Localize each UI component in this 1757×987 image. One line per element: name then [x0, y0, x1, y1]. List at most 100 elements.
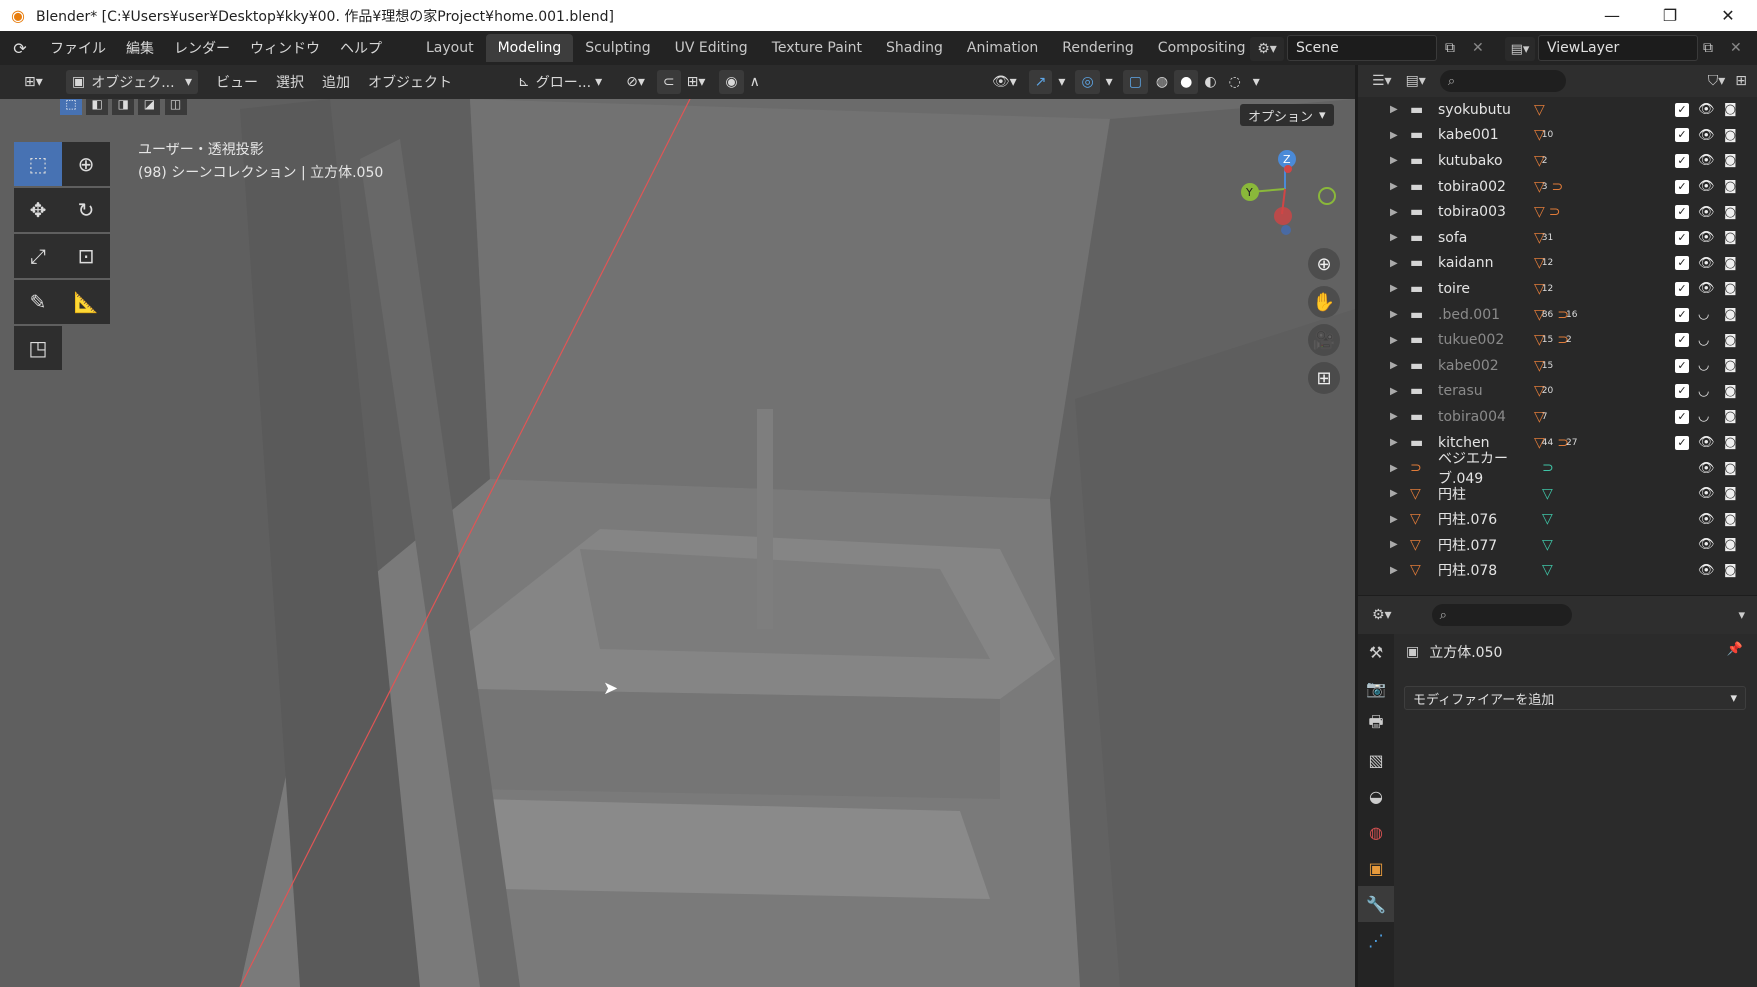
expand-arrow-icon[interactable]: ▶ — [1390, 386, 1404, 397]
exclude-checkbox[interactable]: ✓ — [1675, 384, 1689, 399]
display-mode-icon[interactable]: ▤▾ — [1406, 73, 1426, 89]
overlay-toggle-icon[interactable]: ◎ — [1075, 70, 1100, 94]
camera-render-icon[interactable]: ◙ — [1724, 256, 1737, 271]
menu-object[interactable]: オブジェクト — [362, 70, 458, 94]
particles-tab-icon[interactable]: ⋰ — [1358, 922, 1394, 958]
pin-icon[interactable]: 📌 — [1727, 642, 1743, 657]
menu-add[interactable]: 追加 — [316, 70, 356, 94]
close-button[interactable]: ✕ — [1699, 0, 1757, 31]
outliner-row[interactable]: ▶ ▬ kabe002 ▽ 15 ✓ ◡ ◙ — [1358, 353, 1757, 379]
camera-render-icon[interactable]: ◙ — [1724, 461, 1737, 476]
select-invert-icon[interactable]: ◪ — [138, 99, 161, 115]
blender-menu-icon[interactable]: ⟳ — [0, 39, 40, 58]
expand-arrow-icon[interactable]: ▶ — [1390, 360, 1404, 371]
proportional-edit-icon[interactable]: ◉ — [719, 70, 744, 94]
expand-arrow-icon[interactable]: ▶ — [1390, 309, 1404, 320]
outliner-row[interactable]: ▶ ▬ tukue002 ▽ 15 ⊃ 2 ✓ ◡ ◙ — [1358, 327, 1757, 353]
exclude-checkbox[interactable]: ✓ — [1675, 333, 1689, 348]
view-layer-field[interactable]: ViewLayer — [1538, 35, 1698, 61]
maximize-button[interactable]: ❐ — [1641, 0, 1699, 31]
expand-arrow-icon[interactable]: ▶ — [1390, 258, 1404, 269]
options-dropdown[interactable]: オプション ▾ — [1240, 104, 1334, 126]
outliner-row[interactable]: ▶ ▬ kitchen ▽ 44 ⊃ 27 ✓ 👁 ◙ — [1358, 430, 1757, 456]
scene-name-field[interactable]: Scene — [1287, 35, 1437, 61]
menu-view[interactable]: ビュー — [210, 70, 264, 94]
new-view-layer-icon[interactable]: ⧉ — [1703, 40, 1713, 56]
editor-type-icon[interactable]: ⊞▾ — [18, 70, 52, 94]
expand-arrow-icon[interactable]: ▶ — [1390, 104, 1404, 115]
select-subtract-icon[interactable]: ◨ — [112, 99, 135, 115]
outliner-row[interactable]: ▶ ▬ toire ▽ 12 ✓ 👁 ◙ — [1358, 276, 1757, 302]
exclude-checkbox[interactable]: ✓ — [1675, 435, 1689, 450]
navigation-gizmo[interactable]: Z Y — [1230, 139, 1340, 239]
camera-render-icon[interactable]: ◙ — [1724, 486, 1737, 501]
menu-render[interactable]: レンダー — [164, 38, 240, 58]
outliner-row[interactable]: ▶ ▬ tobira003 ▽ ⊃ ✓ 👁 ◙ — [1358, 199, 1757, 225]
shading-dropdown-icon[interactable]: ▾ — [1247, 70, 1266, 94]
rotate-tool-icon[interactable]: ↻ — [62, 188, 110, 232]
camera-render-icon[interactable]: ◙ — [1724, 409, 1737, 424]
outliner-row[interactable]: ▶ ⊃ ベジエカーブ.049 ⊃ 👁 ◙ — [1358, 451, 1757, 487]
add-cube-tool-icon[interactable]: ◳ — [14, 326, 62, 370]
expand-arrow-icon[interactable]: ▶ — [1390, 335, 1404, 346]
tool-tab-icon[interactable]: ⚒ — [1358, 634, 1394, 670]
outliner-row[interactable]: ▶ ▬ kutubako ▽ 2 ✓ 👁 ◙ — [1358, 148, 1757, 174]
exclude-checkbox[interactable]: ✓ — [1675, 102, 1689, 117]
exclude-checkbox[interactable]: ✓ — [1675, 230, 1689, 245]
properties-search-input[interactable]: ⌕ — [1431, 604, 1572, 626]
expand-arrow-icon[interactable]: ▶ — [1390, 565, 1404, 576]
proportional-falloff-icon[interactable]: ∧ — [744, 70, 766, 94]
new-scene-icon[interactable]: ⧉ — [1445, 40, 1455, 56]
outliner-row[interactable]: ▶ ▽ 円柱.077 ▽ 👁 ◙ — [1358, 532, 1757, 558]
view-layer-tab-icon[interactable]: ▧ — [1358, 742, 1394, 778]
outliner-row[interactable]: ▶ ▬ syokubutu ▽ ✓ 👁 ◙ — [1358, 97, 1757, 123]
tab-shading[interactable]: Shading — [874, 34, 955, 62]
exclude-checkbox[interactable]: ✓ — [1675, 128, 1689, 143]
eye-closed-icon[interactable]: ◡ — [1698, 384, 1709, 399]
pan-hand-icon[interactable]: ✋ — [1308, 286, 1340, 318]
outliner-search-input[interactable]: ⌕ — [1439, 70, 1566, 92]
eye-icon[interactable]: 👁 — [1698, 563, 1715, 578]
eye-icon[interactable]: 👁 — [1698, 512, 1715, 527]
eye-icon[interactable]: 👁 — [1698, 230, 1715, 245]
exclude-checkbox[interactable]: ✓ — [1675, 179, 1689, 194]
object-tab-icon[interactable]: ▣ — [1358, 850, 1394, 886]
camera-render-icon[interactable]: ◙ — [1724, 563, 1737, 578]
move-tool-icon[interactable]: ✥ — [14, 188, 62, 232]
cursor-tool-icon[interactable]: ⊕ — [62, 142, 110, 186]
properties-editor-type-icon[interactable]: ⚙▾ — [1372, 607, 1392, 623]
outliner-row[interactable]: ▶ ▽ 円柱.078 ▽ 👁 ◙ — [1358, 558, 1757, 584]
chevron-down-icon[interactable]: ▾ — [1738, 608, 1745, 623]
camera-render-icon[interactable]: ◙ — [1724, 205, 1737, 220]
view-layer-selector-icon[interactable]: ▤▾ — [1505, 37, 1535, 61]
expand-arrow-icon[interactable]: ▶ — [1390, 155, 1404, 166]
eye-icon[interactable]: 👁 — [1698, 153, 1715, 168]
exclude-checkbox[interactable]: ✓ — [1675, 205, 1689, 220]
solid-shading-icon[interactable]: ● — [1174, 70, 1199, 94]
camera-render-icon[interactable]: ◙ — [1724, 281, 1737, 296]
perspective-toggle-icon[interactable]: ⊞ — [1308, 362, 1340, 394]
menu-file[interactable]: ファイル — [40, 38, 116, 58]
eye-icon[interactable]: 👁 — [1698, 281, 1715, 296]
expand-arrow-icon[interactable]: ▶ — [1390, 488, 1404, 499]
transform-orientation-selector[interactable]: ⊾ グロー... ▾ — [512, 70, 608, 94]
eye-icon[interactable]: 👁 — [1698, 486, 1715, 501]
camera-render-icon[interactable]: ◙ — [1724, 307, 1737, 322]
eye-closed-icon[interactable]: ◡ — [1698, 333, 1709, 348]
outliner-row[interactable]: ▶ ▬ kaidann ▽ 12 ✓ 👁 ◙ — [1358, 251, 1757, 277]
camera-render-icon[interactable]: ◙ — [1724, 537, 1737, 552]
menu-select[interactable]: 選択 — [270, 70, 310, 94]
eye-icon[interactable]: 👁 — [1698, 102, 1715, 117]
tab-uv-editing[interactable]: UV Editing — [663, 34, 760, 62]
exclude-checkbox[interactable]: ✓ — [1675, 281, 1689, 296]
menu-help[interactable]: ヘルプ — [330, 38, 392, 58]
expand-arrow-icon[interactable]: ▶ — [1390, 181, 1404, 192]
modifier-tab-icon[interactable]: 🔧 — [1358, 886, 1394, 922]
select-box-tool-icon[interactable]: ⬚ — [14, 142, 62, 186]
pivot-point-icon[interactable]: ⊘▾ — [620, 70, 651, 94]
eye-closed-icon[interactable]: ◡ — [1698, 358, 1709, 373]
eye-icon[interactable]: 👁 — [1698, 537, 1715, 552]
expand-arrow-icon[interactable]: ▶ — [1390, 207, 1404, 218]
outliner-row[interactable]: ▶ ▬ tobira004 ▽ 7 ✓ ◡ ◙ — [1358, 404, 1757, 430]
scale-tool-icon[interactable]: ⤢ — [14, 234, 62, 278]
